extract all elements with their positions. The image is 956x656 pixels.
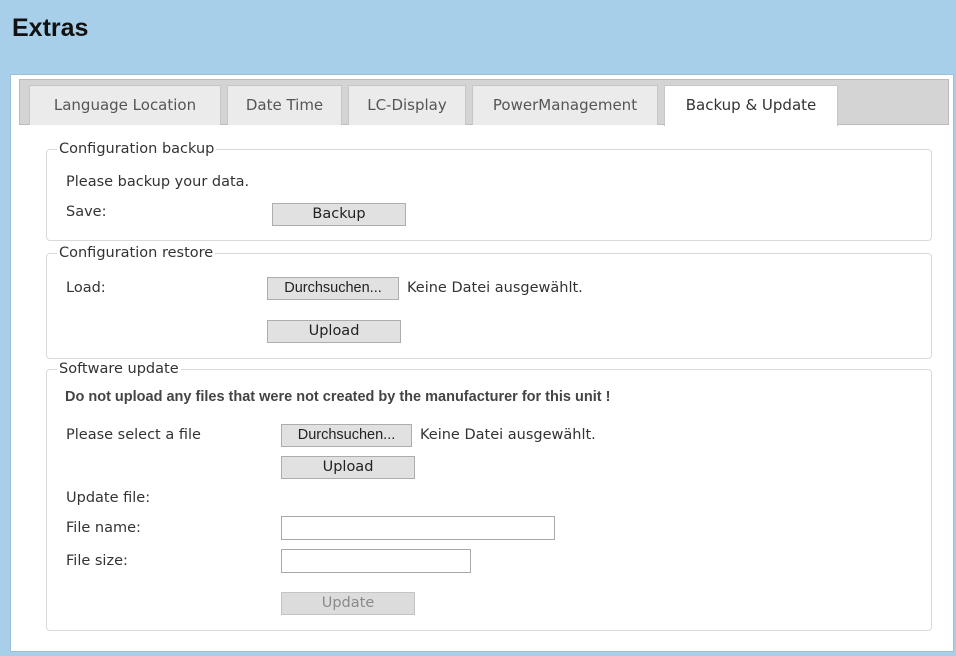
tab-bar: Language Location Date Time LC-Display P… <box>19 79 949 126</box>
software-upload-button[interactable]: Upload <box>281 456 415 479</box>
tab-power-management[interactable]: PowerManagement <box>472 85 658 125</box>
file-size-field[interactable] <box>281 549 471 573</box>
load-label: Load: <box>66 280 106 296</box>
software-browse-button[interactable]: Durchsuchen... <box>281 424 412 447</box>
tab-language-location[interactable]: Language Location <box>29 85 221 125</box>
update-file-label: Update file: <box>66 490 151 506</box>
file-size-label: File size: <box>66 553 128 569</box>
file-name-label: File name: <box>66 520 141 536</box>
save-label: Save: <box>66 204 107 220</box>
software-update-legend: Software update <box>59 361 179 377</box>
page-title: Extras <box>12 14 89 42</box>
backup-button[interactable]: Backup <box>272 203 406 226</box>
restore-upload-button[interactable]: Upload <box>267 320 401 343</box>
restore-file-status: Keine Datei ausgewählt. <box>407 280 583 296</box>
file-name-field[interactable] <box>281 516 555 540</box>
manufacturer-warning: Do not upload any files that were not cr… <box>65 389 611 405</box>
backup-legend: Configuration backup <box>59 141 215 157</box>
backup-fieldset: Configuration backup <box>46 141 932 241</box>
backup-info-text: Please backup your data. <box>66 174 250 190</box>
content-panel: Language Location Date Time LC-Display P… <box>10 74 954 652</box>
tab-lc-display[interactable]: LC-Display <box>348 85 466 125</box>
restore-legend: Configuration restore <box>59 245 214 261</box>
tab-date-time[interactable]: Date Time <box>227 85 342 125</box>
restore-fieldset: Configuration restore <box>46 245 932 359</box>
select-file-label: Please select a file <box>66 427 201 443</box>
update-button[interactable]: Update <box>281 592 415 615</box>
restore-browse-button[interactable]: Durchsuchen... <box>267 277 399 300</box>
software-file-status: Keine Datei ausgewählt. <box>420 427 596 443</box>
tab-backup-update[interactable]: Backup & Update <box>664 85 838 126</box>
